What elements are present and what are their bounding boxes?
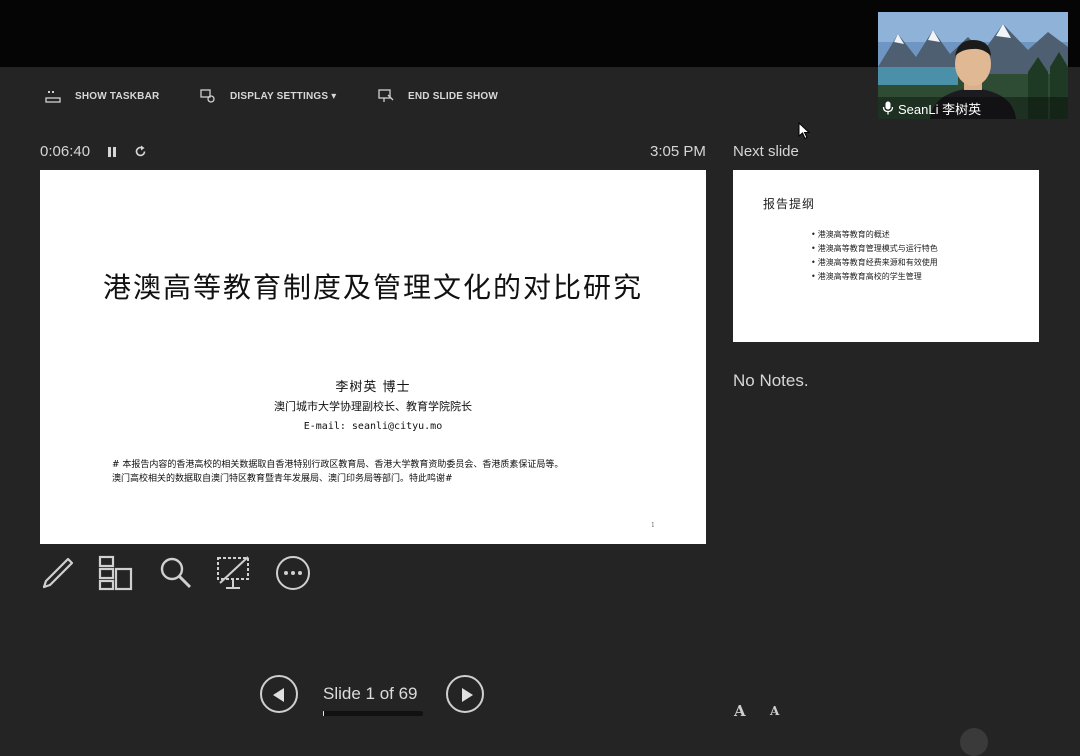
next-slide-label: Next slide bbox=[733, 143, 799, 160]
show-taskbar-label: SHOW TASKBAR bbox=[75, 90, 160, 102]
slide-progress-fill bbox=[323, 711, 325, 716]
end-show-icon bbox=[378, 89, 394, 102]
slide-email: E-mail: seanli@cityu.mo bbox=[303, 421, 443, 432]
slide-footnote: # 本报告内容的香港高校的相关数据取自香港特别行政区教育局、香港大学教育资助委员… bbox=[112, 458, 563, 486]
speaker-notes[interactable]: No Notes. bbox=[733, 371, 809, 391]
end-slide-show-label: END SLIDE SHOW bbox=[408, 90, 499, 102]
show-taskbar-button[interactable]: SHOW TASKBAR bbox=[45, 87, 159, 105]
slide-footnote-line: # 本报告内容的香港高校的相关数据取自香港特别行政区教育局、香港大学教育资助委员… bbox=[112, 460, 564, 470]
slide-footnote-line: 澳门高校相关的数据取自澳门特区教育暨青年发展局、澳门印务局等部门。特此鸣谢# bbox=[112, 474, 453, 484]
next-slide-outline: 港澳高等教育的概述 港澳高等教育管理模式与运行特色 港澳高等教育经费来源和有效使… bbox=[811, 228, 938, 284]
microphone-icon bbox=[882, 101, 894, 115]
black-screen-button[interactable] bbox=[216, 555, 252, 596]
outline-item: 港澳高等教育高校的学生管理 bbox=[811, 270, 938, 284]
slides-grid-icon bbox=[98, 555, 133, 591]
outline-item: 港澳高等教育经费来源和有效使用 bbox=[811, 256, 938, 270]
slide-progress-bar bbox=[323, 711, 423, 716]
slide-author: 李树英 博士 bbox=[335, 380, 411, 395]
pen-tool-button[interactable] bbox=[40, 555, 76, 596]
zoom-icon bbox=[160, 557, 192, 589]
webcam-name-label: SeanLi 李树英 bbox=[882, 97, 981, 119]
pen-icon bbox=[42, 557, 74, 589]
restart-timer-button[interactable] bbox=[134, 145, 147, 162]
zoom-slide-button[interactable] bbox=[158, 555, 194, 596]
outline-item: 港澳高等教育管理模式与运行特色 bbox=[811, 242, 938, 256]
next-slide-title: 报告提纲 bbox=[763, 197, 816, 211]
slide-page-number: 1 bbox=[651, 522, 655, 529]
end-slide-show-button[interactable]: END SLIDE SHOW bbox=[378, 87, 498, 105]
more-options-button[interactable] bbox=[275, 555, 311, 596]
webcam-user-name: SeanLi 李树英 bbox=[898, 101, 982, 117]
more-options-icon bbox=[276, 556, 310, 590]
display-settings-icon bbox=[200, 89, 215, 103]
slide-counter: Slide 1 of 69 bbox=[323, 684, 418, 703]
restart-icon bbox=[135, 145, 146, 157]
slide-author-role: 澳门城市大学协理副校长、教育学院院长 bbox=[274, 400, 472, 413]
slide-title: 港澳高等教育制度及管理文化的对比研究 bbox=[102, 271, 643, 304]
black-screen-icon bbox=[217, 556, 249, 589]
corner-avatar-icon bbox=[960, 728, 988, 756]
display-settings-button[interactable]: DISPLAY SETTINGS ▾ bbox=[200, 87, 336, 105]
decrease-notes-font-button[interactable]: A bbox=[770, 704, 779, 718]
previous-slide-button[interactable] bbox=[260, 675, 298, 713]
clock: 3:05 PM bbox=[650, 143, 706, 160]
current-slide[interactable]: 港澳高等教育制度及管理文化的对比研究 李树英 博士 澳门城市大学协理副校长、教育… bbox=[40, 170, 706, 544]
pause-icon bbox=[108, 147, 116, 157]
display-settings-label: DISPLAY SETTINGS ▾ bbox=[230, 90, 337, 102]
see-all-slides-button[interactable] bbox=[98, 555, 134, 596]
mouse-cursor-icon bbox=[798, 122, 810, 140]
next-slide-preview[interactable]: 报告提纲 港澳高等教育的概述 港澳高等教育管理模式与运行特色 港澳高等教育经费来… bbox=[733, 170, 1039, 342]
next-slide-button[interactable] bbox=[446, 675, 484, 713]
presenter-webcam: SeanLi 李树英 bbox=[878, 12, 1068, 119]
outline-item: 港澳高等教育的概述 bbox=[811, 228, 938, 242]
taskbar-icon bbox=[45, 91, 61, 103]
elapsed-timer: 0:06:40 bbox=[40, 143, 91, 160]
increase-notes-font-button[interactable]: A bbox=[734, 702, 746, 720]
pause-timer-button[interactable] bbox=[106, 145, 118, 162]
